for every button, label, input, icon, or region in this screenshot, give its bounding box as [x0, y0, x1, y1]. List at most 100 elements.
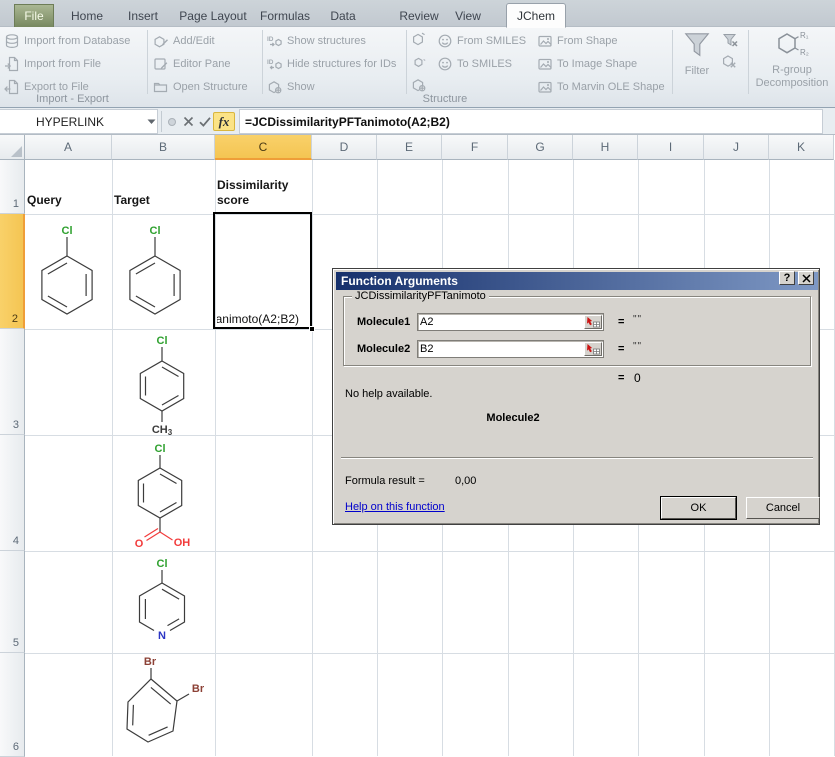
column-header-f[interactable]: F — [442, 135, 508, 160]
name-box-resize-handle[interactable] — [163, 112, 180, 131]
rgroup-decomposition-button[interactable]: R₁ R₂ R-group Decomposition — [750, 30, 834, 90]
formula-result-label: Formula result = — [345, 475, 425, 487]
formula-bar: HYPERLINK fx =JCDissimilarityPFTanimoto(… — [0, 108, 835, 135]
drag-dot-icon — [167, 117, 177, 127]
name-box-dropdown-button[interactable] — [143, 112, 160, 131]
molecule-b3-chlorotoluene[interactable]: Cl CH3 — [117, 331, 207, 439]
row-header-1[interactable]: 1 — [0, 160, 25, 214]
formula-input[interactable]: =JCDissimilarityPFTanimoto(A2;B2) — [239, 109, 823, 134]
to-smiles-button[interactable]: To SMILES — [437, 54, 512, 74]
tab-home[interactable]: Home — [62, 4, 112, 27]
tab-review[interactable]: Review — [394, 4, 444, 27]
tab-formulas[interactable]: Formulas — [258, 4, 312, 27]
fx-icon: fx — [219, 114, 230, 130]
dialog-title-bar[interactable]: Function Arguments — [336, 272, 818, 290]
tab-data[interactable]: Data — [320, 4, 366, 27]
to-marvin-ole-shape-button[interactable]: To Marvin OLE Shape — [537, 77, 665, 97]
tab-jchem-active[interactable]: JChem — [506, 3, 566, 28]
column-header-a[interactable]: A — [25, 135, 112, 160]
clear-filter-button[interactable] — [722, 32, 740, 50]
show-structures-button[interactable]: Show structures — [267, 31, 366, 51]
clear-structure-filter-button[interactable] — [721, 53, 739, 71]
tab-page-layout[interactable]: Page Layout — [172, 4, 254, 27]
enter-entry-button[interactable] — [196, 112, 213, 131]
column-header-g[interactable]: G — [508, 135, 573, 160]
add-edit-button[interactable]: Add/Edit — [153, 31, 215, 51]
chevron-down-icon — [147, 119, 156, 125]
column-header-k[interactable]: K — [769, 135, 834, 160]
funnel-icon — [682, 31, 712, 61]
range-select-icon — [586, 343, 600, 355]
ok-button[interactable]: OK — [661, 497, 736, 519]
select-all-corner[interactable] — [0, 135, 25, 160]
molecule-a2-chlorobenzene[interactable]: Cl — [22, 217, 112, 322]
folder-icon — [153, 79, 169, 95]
svg-text:Cl: Cl — [157, 335, 168, 347]
fill-handle[interactable] — [309, 326, 315, 332]
row-header-6[interactable]: 6 — [0, 653, 25, 757]
molecule2-range-select-button[interactable] — [584, 342, 602, 356]
tab-view[interactable]: View — [446, 4, 490, 27]
tab-file[interactable]: File — [14, 4, 54, 27]
close-icon — [802, 274, 811, 283]
svg-text:Cl: Cl — [150, 225, 161, 237]
tab-insert[interactable]: Insert — [120, 4, 166, 27]
new-structure-tool-button[interactable] — [411, 31, 429, 49]
row-header-5[interactable]: 5 — [0, 551, 25, 653]
column-header-e[interactable]: E — [377, 135, 442, 160]
rgroup-benzene-icon: R₁ R₂ — [774, 30, 810, 60]
molecule1-label: Molecule1 — [357, 316, 410, 328]
ribbon-separator — [748, 30, 749, 94]
from-smiles-button[interactable]: From SMILES — [437, 31, 526, 51]
cell-a1-query: Query — [27, 193, 62, 208]
molecule-b4-chlorobenzoic-acid[interactable]: Cl O OH — [115, 439, 205, 553]
show-button[interactable]: Show — [267, 77, 315, 97]
column-header-i[interactable]: I — [638, 135, 704, 160]
hexagon-gear-arrow-icon — [411, 77, 427, 93]
molecule1-input[interactable] — [420, 315, 580, 329]
molecule-b5-chloropyridine[interactable]: Cl N — [117, 555, 207, 647]
name-box[interactable]: HYPERLINK — [0, 109, 158, 134]
import-from-database-button[interactable]: Import from Database — [4, 31, 130, 51]
column-header-d[interactable]: D — [312, 135, 377, 160]
to-image-shape-button[interactable]: To Image Shape — [537, 54, 637, 74]
column-header-j[interactable]: J — [704, 135, 769, 160]
molecule-b6-dibromobenzene[interactable]: Br Br — [110, 653, 210, 757]
help-on-function-link[interactable]: Help on this function — [345, 501, 445, 513]
ribbon-separator — [147, 30, 148, 94]
column-header-b[interactable]: B — [112, 135, 215, 160]
cancel-entry-button[interactable] — [180, 112, 197, 131]
molecule2-input[interactable] — [420, 342, 580, 356]
molecule-b2-chlorobenzene[interactable]: Cl — [110, 217, 200, 322]
row-header-4[interactable]: 4 — [0, 435, 25, 551]
cancel-button[interactable]: Cancel — [746, 497, 820, 519]
import-from-file-button[interactable]: Import from File — [4, 54, 101, 74]
insert-function-button[interactable]: fx — [213, 112, 235, 131]
column-header-c-selected[interactable]: C — [215, 135, 312, 160]
dialog-help-button[interactable]: ? — [779, 271, 795, 285]
group-label-import-export: Import - Export — [0, 93, 145, 106]
editor-pane-button[interactable]: Editor Pane — [153, 54, 230, 74]
svg-text:Cl: Cl — [155, 443, 166, 455]
ribbon-tab-strip: File Home Insert Page Layout Formulas Da… — [0, 0, 835, 27]
hexagon-gear-icon — [267, 79, 283, 95]
from-shape-button[interactable]: From Shape — [537, 31, 618, 51]
molecule1-field[interactable] — [417, 313, 604, 331]
result-equals: = — [618, 372, 624, 384]
hide-structures-button[interactable]: Hide structures for IDs — [267, 54, 396, 74]
x-icon — [182, 115, 195, 128]
funnel-x-icon — [722, 32, 739, 49]
column-header-h[interactable]: H — [573, 135, 638, 160]
open-structure-button[interactable]: Open Structure — [153, 77, 248, 97]
formula-result-value: 0,00 — [455, 475, 476, 487]
row-header-3[interactable]: 3 — [0, 329, 25, 435]
structure-to-id-icon — [267, 56, 283, 72]
small-structure-tool-button[interactable] — [411, 54, 429, 72]
filter-button[interactable]: Filter — [672, 31, 722, 78]
svg-text:Br: Br — [192, 683, 205, 695]
molecule1-range-select-button[interactable] — [584, 315, 602, 329]
dialog-close-button[interactable] — [798, 271, 814, 285]
function-arguments-dialog: Function Arguments ? JCDissimilarityPFTa… — [332, 268, 820, 525]
arg1-equals: = — [618, 316, 624, 328]
molecule2-field[interactable] — [417, 340, 604, 358]
